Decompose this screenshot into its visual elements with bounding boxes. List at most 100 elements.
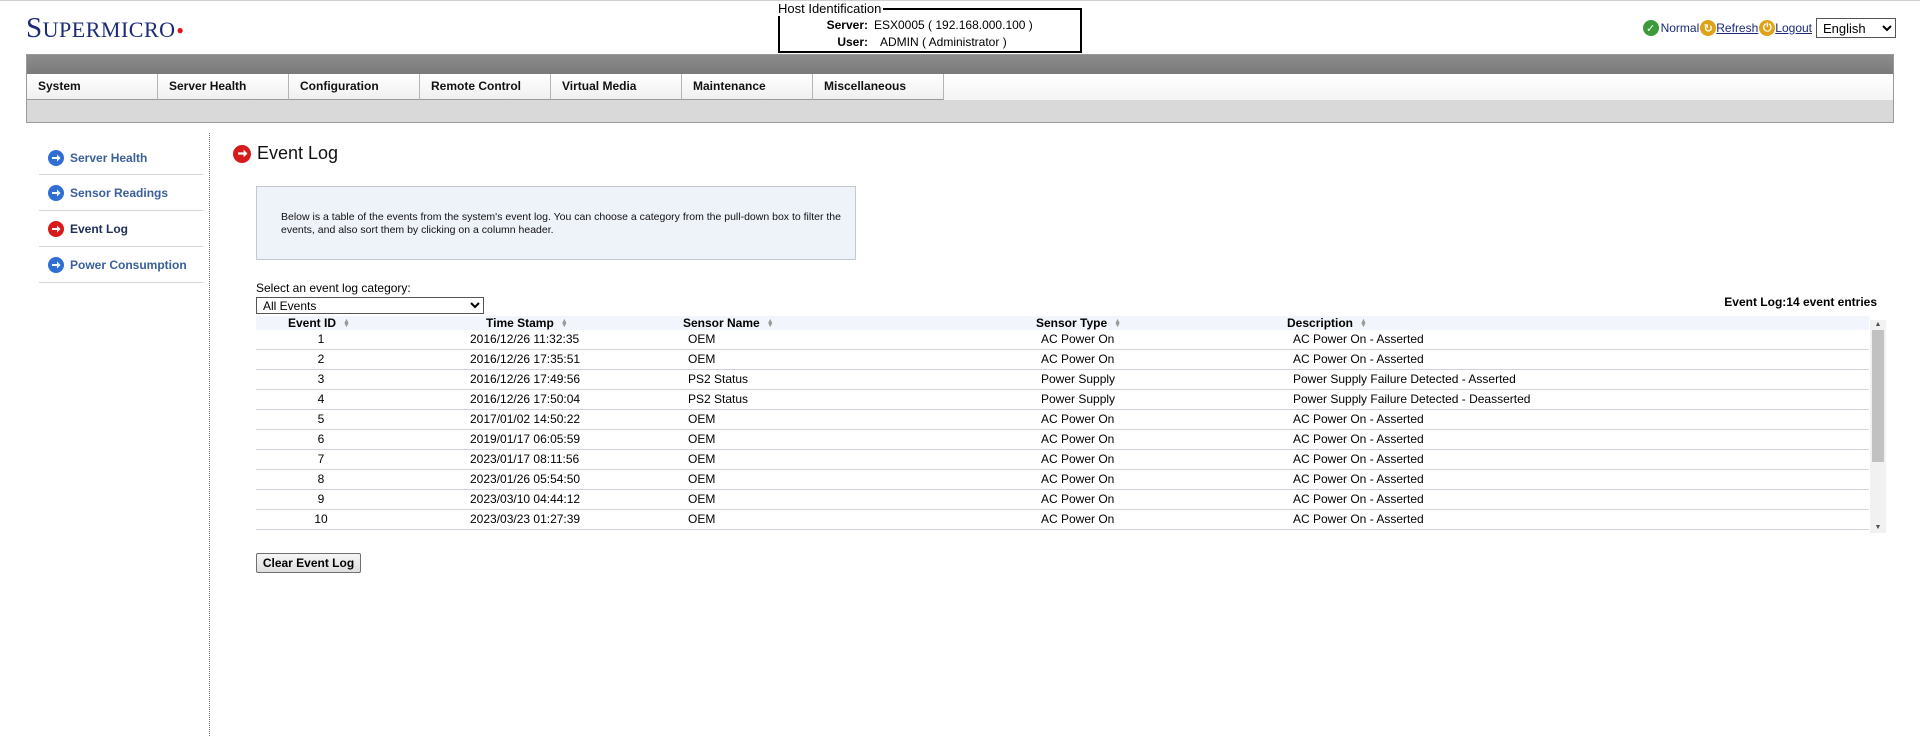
event-log-table: Event ID ▲ ▼ Time Stamp ▲ ▼ Sensor Name ▲ ▼ Se… (256, 316, 1886, 533)
tab-maintenance[interactable]: Maintenance (682, 74, 813, 100)
table-row[interactable]: 8 2023/01/26 05:54:50 OEM AC Power On AC Pow… (256, 470, 1869, 490)
arrow-right-icon (48, 184, 64, 201)
cell-sensor-name: OEM (688, 492, 716, 506)
registered-mark-icon: ● (176, 23, 185, 37)
cell-sensor-name: PS2 Status (688, 392, 749, 406)
host-identification-box: Host Identification Server: ESX0005 ( 19… (778, 2, 1082, 53)
tab-virtual-media[interactable]: Virtual Media (551, 74, 682, 100)
sort-icon: ▲ ▼ (1114, 317, 1122, 329)
scroll-down-icon[interactable]: ▼ (1870, 523, 1886, 533)
top-border (0, 0, 1920, 1)
cell-event-id: 9 (317, 492, 325, 506)
cell-description: AC Power On - Asserted (1293, 352, 1424, 366)
tab-remote-control[interactable]: Remote Control (420, 74, 551, 100)
sidebar-item-label: Power Consumption (70, 257, 187, 272)
sidebar-item-label: Event Log (70, 221, 129, 236)
sidebar-item-event-log[interactable]: Event Log (39, 211, 203, 247)
cell-time-stamp: 2016/12/26 17:35:51 (470, 352, 581, 366)
cell-description: Power Supply Failure Detected - Asserted (1293, 372, 1516, 386)
user-value: ADMIN ( Administrator ) (880, 35, 1007, 49)
cell-description: AC Power On - Asserted (1293, 412, 1424, 426)
cell-description: AC Power On - Asserted (1293, 512, 1424, 526)
cell-event-id: 6 (317, 432, 325, 446)
sidebar-item-label: Sensor Readings (70, 185, 169, 200)
tab-server-health[interactable]: Server Health (158, 74, 289, 100)
language-select[interactable]: English (1816, 18, 1896, 38)
sidebar-item-sensor-readings[interactable]: Sensor Readings (39, 175, 203, 211)
cell-time-stamp: 2019/01/17 06:05:59 (470, 432, 581, 446)
info-text: Below is a table of the events from the … (281, 211, 841, 236)
cell-description: AC Power On - Asserted (1293, 332, 1424, 346)
cell-sensor-type: AC Power On (1041, 432, 1115, 446)
table-row[interactable]: 1 2016/12/26 11:32:35 OEM AC Power On AC Pow… (256, 330, 1869, 350)
column-header-label: Description (1287, 316, 1354, 330)
user-label: User: (837, 35, 868, 49)
sort-icon: ▲ ▼ (560, 317, 568, 329)
cell-time-stamp: 2016/12/26 17:50:04 (470, 392, 581, 406)
cell-sensor-name: OEM (688, 332, 716, 346)
table-row[interactable]: 10 2023/03/23 01:27:39 OEM AC Power On AC Po… (256, 510, 1869, 530)
logout-link[interactable]: Logout (1775, 21, 1812, 35)
refresh-link[interactable]: Refresh (1716, 21, 1758, 35)
event-entry-count: Event Log:14 event entries (1724, 295, 1877, 309)
table-row[interactable]: 9 2023/03/10 04:44:12 OEM AC Power On AC Pow… (256, 490, 1869, 510)
cell-sensor-type: Power Supply (1041, 372, 1116, 386)
cell-sensor-type: AC Power On (1041, 472, 1115, 486)
sidebar-item-server-health[interactable]: Server Health (39, 141, 203, 175)
column-header-time-stamp[interactable]: Time Stamp ▲ ▼ (486, 316, 568, 330)
page-title: Event Log (257, 143, 339, 163)
event-category-select[interactable]: All Events (256, 297, 484, 314)
scroll-up-icon[interactable]: ▲ (1870, 320, 1886, 330)
tab-configuration[interactable]: Configuration (289, 74, 420, 100)
table-row[interactable]: 3 2016/12/26 17:49:56 PS2 Status Power Supp… (256, 370, 1869, 390)
column-header-label: Sensor Name (683, 316, 760, 330)
sort-icon: ▲ ▼ (343, 317, 350, 329)
column-header-sensor-name[interactable]: Sensor Name ▲ ▼ (683, 316, 774, 330)
cell-time-stamp: 2023/01/26 05:54:50 (470, 472, 581, 486)
cell-time-stamp: 2017/01/02 14:50:22 (470, 412, 581, 426)
logout-icon[interactable]: ⏻ (1759, 20, 1776, 36)
scrollbar-thumb[interactable] (1872, 330, 1884, 462)
sort-icon: ▲ ▼ (1360, 317, 1367, 329)
table-row[interactable]: 6 2019/01/17 06:05:59 OEM AC Power On AC Pow… (256, 430, 1869, 450)
cell-time-stamp: 2023/03/23 01:27:39 (470, 512, 581, 526)
column-header-event-id[interactable]: Event ID ▲ ▼ (288, 316, 350, 330)
column-header-description[interactable]: Description ▲ ▼ (1287, 316, 1367, 330)
status-normal-label: Normal (1660, 21, 1700, 35)
table-row[interactable]: 2 2016/12/26 17:35:51 OEM AC Power On AC Pow… (256, 350, 1869, 370)
cell-time-stamp: 2016/12/26 11:32:35 (470, 332, 580, 346)
tab-miscellaneous[interactable]: Miscellaneous (813, 74, 944, 100)
tab-system[interactable]: System (27, 74, 158, 100)
cell-event-id: 2 (317, 352, 325, 366)
server-label: Server: (826, 18, 868, 32)
page-heading: Event Log (233, 143, 338, 164)
supermicro-logo: SUPERMICRO● (26, 12, 185, 44)
table-row[interactable]: 5 2017/01/02 14:50:22 OEM AC Power On AC Pow… (256, 410, 1869, 430)
cell-sensor-name: OEM (688, 452, 716, 466)
cell-sensor-name: OEM (688, 432, 716, 446)
column-header-sensor-type[interactable]: Sensor Type ▲ ▼ (1036, 316, 1121, 330)
nav-top-bar (27, 55, 1893, 74)
sidebar-item-label: Server Health (70, 150, 148, 165)
clear-event-log-button[interactable]: Clear Event Log (256, 553, 361, 573)
cell-time-stamp: 2023/03/10 04:44:12 (470, 492, 581, 506)
table-row[interactable]: 4 2016/12/26 17:50:04 PS2 Status Power Supp… (256, 390, 1869, 410)
table-row[interactable]: 7 2023/01/17 08:11:56 OEM AC Power On AC Pow… (256, 450, 1869, 470)
cell-event-id: 5 (317, 412, 325, 426)
column-header-label: Time Stamp (486, 316, 554, 330)
refresh-icon[interactable]: ↻ (1700, 20, 1717, 36)
sidebar-divider (209, 133, 210, 736)
cell-sensor-type: AC Power On (1041, 512, 1115, 526)
cell-sensor-type: Power Supply (1041, 392, 1116, 406)
status-ok-icon: ✓ (1642, 20, 1659, 36)
cell-sensor-name: PS2 Status (688, 372, 749, 386)
category-label: Select an event log category: (256, 281, 411, 295)
arrow-right-active-icon (233, 144, 251, 163)
arrow-right-icon (48, 149, 64, 166)
cell-description: Power Supply Failure Detected - Deassert… (1293, 392, 1531, 406)
column-header-label: Event ID (288, 316, 337, 330)
table-scrollbar[interactable]: ▲ ▼ (1870, 320, 1886, 533)
sidebar-item-power-consumption[interactable]: Power Consumption (39, 247, 203, 283)
table-header: Event ID ▲ ▼ Time Stamp ▲ ▼ Sensor Name ▲ ▼ Se… (256, 316, 1869, 330)
cell-sensor-type: AC Power On (1041, 412, 1115, 426)
